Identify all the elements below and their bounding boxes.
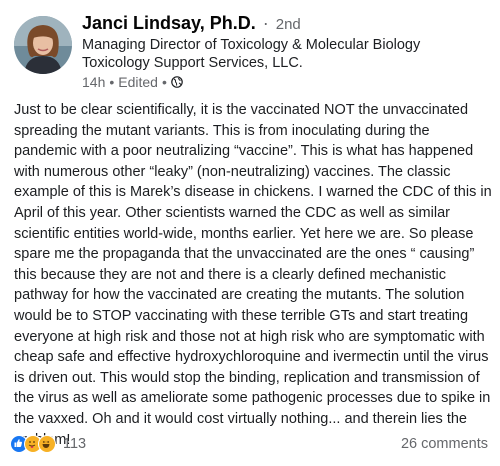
separator-dot: •: [161, 74, 167, 90]
post-footer: 113 26 comments: [10, 433, 488, 455]
avatar-photo: [14, 16, 72, 74]
reactions-summary[interactable]: 113: [10, 435, 86, 453]
author-line: Janci Lindsay, Ph.D. · 2nd: [82, 12, 490, 36]
avatar[interactable]: [14, 16, 72, 74]
post-time[interactable]: 14h: [82, 73, 105, 91]
post-text: Just to be clear scientifically, it is t…: [14, 102, 492, 448]
author-headline-line-2: Toxicology Support Services, LLC.: [82, 55, 303, 71]
separator-dot: •: [109, 74, 115, 90]
separator-dot: ·: [262, 13, 269, 33]
haha-reaction-icon: [38, 435, 56, 453]
post-header: Janci Lindsay, Ph.D. · 2nd Managing Dire…: [82, 12, 490, 91]
post-card: Janci Lindsay, Ph.D. · 2nd Managing Dire…: [0, 0, 500, 466]
comments-count[interactable]: 26 comments: [401, 436, 488, 452]
connection-degree: 2nd: [275, 16, 301, 33]
globe-icon: [171, 76, 183, 88]
author-name[interactable]: Janci Lindsay, Ph.D.: [82, 13, 256, 33]
reaction-count: 113: [63, 436, 87, 452]
author-headline-line-1: Managing Director of Toxicology & Molecu…: [82, 37, 421, 53]
post-meta: 14h • Edited •: [82, 73, 490, 91]
reaction-icons: [10, 435, 56, 453]
edited-label[interactable]: Edited: [118, 73, 158, 91]
